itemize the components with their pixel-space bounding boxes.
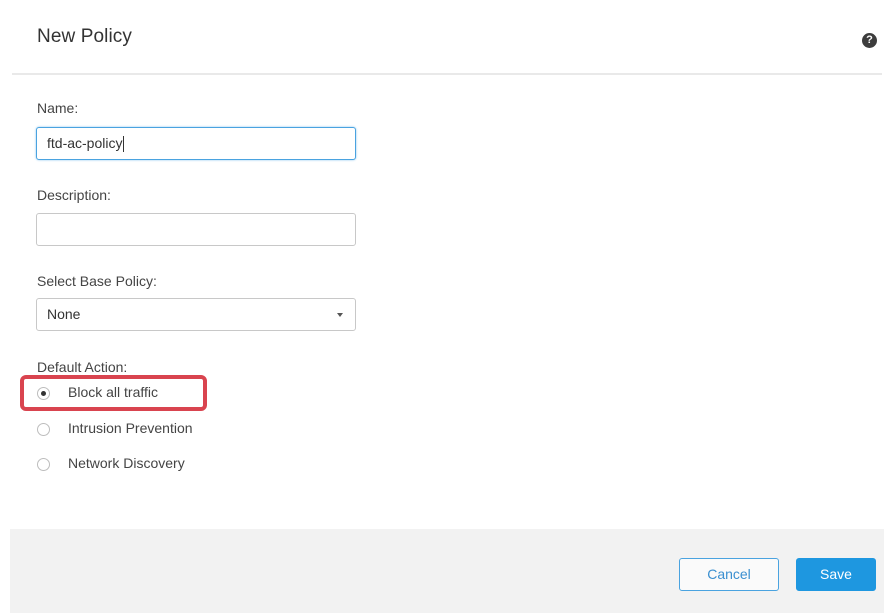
name-input[interactable]: ftd-ac-policy — [36, 127, 356, 160]
description-label: Description: — [37, 187, 111, 203]
new-policy-dialog: New Policy ? Name: ftd-ac-policy Descrip… — [0, 0, 894, 613]
base-policy-selected: None — [47, 306, 81, 322]
radio-button[interactable] — [37, 458, 50, 471]
name-label: Name: — [37, 100, 79, 116]
base-policy-select[interactable]: None — [36, 298, 356, 331]
radio-label-network-discovery: Network Discovery — [68, 455, 185, 471]
dialog-title: New Policy — [37, 26, 132, 47]
chevron-down-icon — [337, 313, 343, 317]
base-policy-label: Select Base Policy: — [37, 273, 157, 289]
name-input-value: ftd-ac-policy — [47, 135, 123, 151]
dialog-header: New Policy ? — [0, 0, 894, 75]
description-input[interactable] — [36, 213, 356, 246]
question-circle-icon[interactable]: ? — [862, 33, 877, 48]
default-action-label: Default Action: — [37, 359, 128, 375]
cancel-button[interactable]: Cancel — [679, 558, 779, 591]
text-caret — [123, 136, 125, 153]
radio-button[interactable] — [37, 423, 50, 436]
dialog-footer: Cancel Save — [10, 529, 884, 613]
highlight-annotation-box — [20, 375, 207, 411]
radio-label-intrusion-prevention: Intrusion Prevention — [68, 420, 193, 436]
header-divider — [12, 73, 882, 75]
save-button[interactable]: Save — [796, 558, 876, 591]
